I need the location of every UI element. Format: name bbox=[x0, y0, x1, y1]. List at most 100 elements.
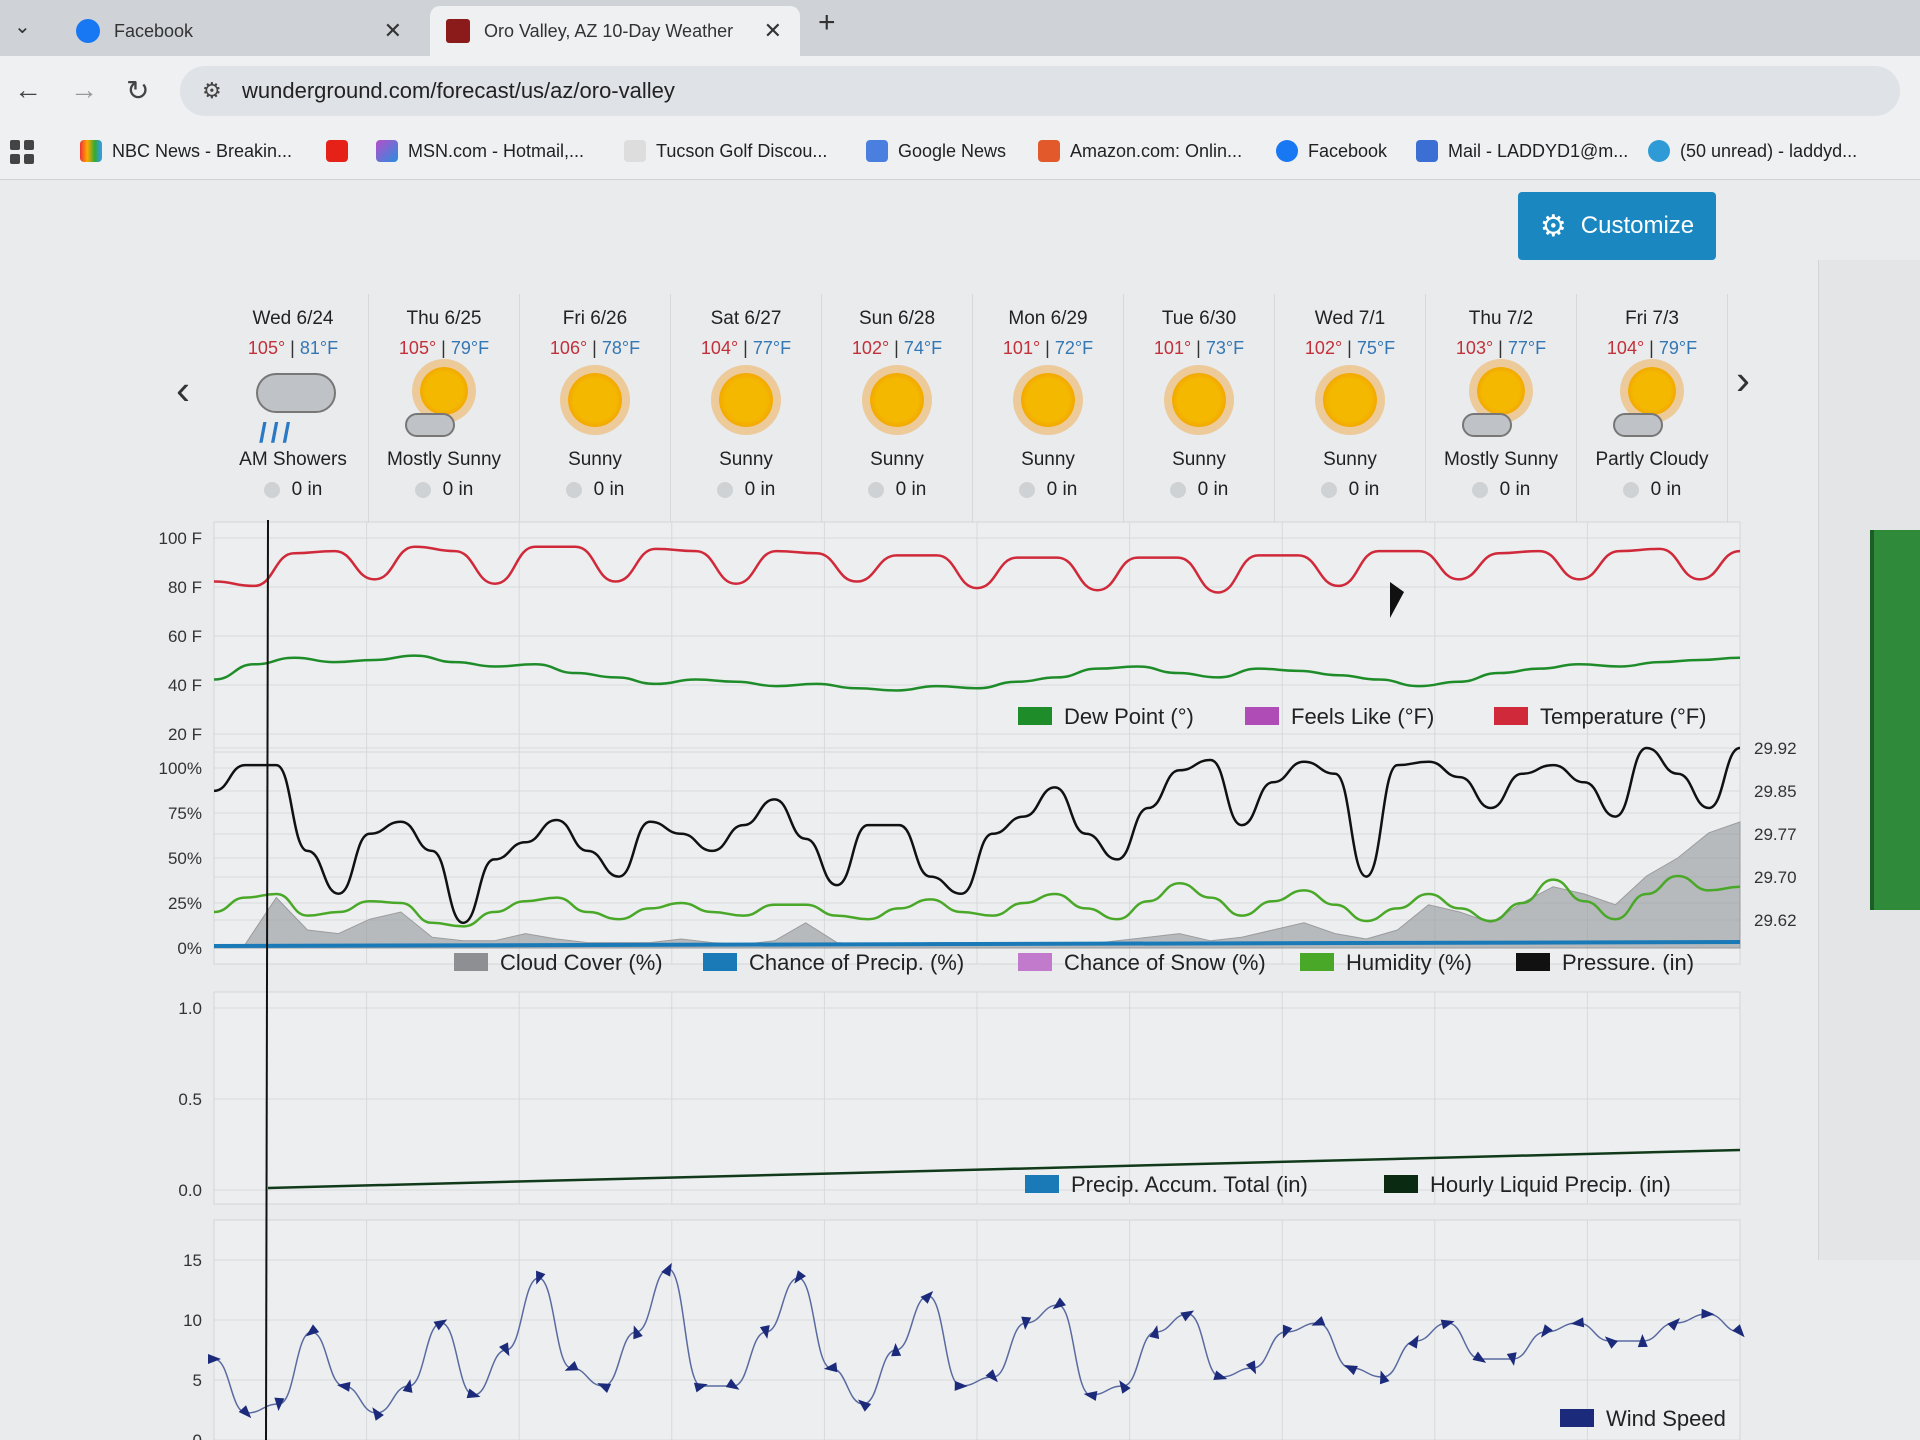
forecast-day[interactable]: Thu 6/25 105° | 79°F Mostly Sunny 0 in bbox=[369, 294, 520, 524]
temp-chart-tick-label: 80 F bbox=[168, 578, 202, 597]
low-temp: 75°F bbox=[1356, 338, 1396, 358]
wind-direction-arrow bbox=[1180, 1310, 1195, 1322]
atmos-chart-legend-label: Cloud Cover (%) bbox=[500, 950, 663, 975]
precip-amount: 0 in bbox=[593, 479, 625, 500]
new-tab-button[interactable]: + bbox=[818, 6, 836, 40]
day-date: Fri 6/26 bbox=[562, 308, 628, 329]
sun-icon bbox=[1275, 359, 1425, 449]
bookmark-facebook[interactable]: Facebook bbox=[1276, 140, 1387, 162]
close-icon[interactable]: ✕ bbox=[764, 18, 782, 44]
forecast-day[interactable]: Sat 6/27 104° | 77°F Sunny 0 in bbox=[671, 294, 822, 524]
day-condition: Sunny bbox=[719, 449, 773, 470]
forecast-day[interactable]: Thu 7/2 103° | 77°F Mostly Sunny 0 in bbox=[1426, 294, 1577, 524]
bookmark-nbc[interactable]: NBC News - Breakin... bbox=[80, 140, 292, 162]
day-precip: 0 in bbox=[218, 479, 368, 501]
next-days-arrow[interactable]: › bbox=[1736, 356, 1750, 404]
day-temps: 102° | 75°F bbox=[1275, 338, 1425, 359]
cloud-rain-icon: /// bbox=[218, 359, 368, 449]
day-date: Mon 6/29 bbox=[1008, 308, 1088, 329]
raindrop-icon bbox=[263, 481, 280, 498]
wind-direction-arrow bbox=[1311, 1316, 1326, 1326]
temp-chart-legend-swatch bbox=[1494, 707, 1528, 725]
raindrop-icon bbox=[1018, 481, 1035, 498]
site-info-icon[interactable]: ⚙ bbox=[202, 78, 222, 104]
wind-direction-arrow bbox=[1379, 1370, 1390, 1385]
atmos-chart-legend-label: Pressure. (in) bbox=[1562, 950, 1694, 975]
day-temps: 103° | 77°F bbox=[1426, 338, 1576, 359]
wind-speed-line bbox=[213, 1268, 1741, 1414]
forecast-day[interactable]: Fri 6/26 106° | 78°F Sunny 0 in bbox=[520, 294, 671, 524]
wind-chart-tick-label: 0 bbox=[193, 1431, 202, 1440]
temp-chart-legend-swatch bbox=[1245, 707, 1279, 725]
wind-direction-arrow bbox=[1472, 1351, 1487, 1363]
msn-icon bbox=[376, 140, 398, 162]
facebook-icon bbox=[1276, 140, 1298, 162]
forecast-day[interactable]: Sun 6/28 102° | 74°F Sunny 0 in bbox=[822, 294, 973, 524]
tab-facebook[interactable]: Facebook ✕ bbox=[60, 6, 420, 56]
day-precip: 0 in bbox=[1577, 479, 1727, 501]
day-precip: 0 in bbox=[1275, 479, 1425, 501]
wind-direction-arrow bbox=[661, 1262, 672, 1277]
precip-amount: 0 in bbox=[291, 479, 323, 500]
bookmark-unread[interactable]: (50 unread) - laddyd... bbox=[1648, 140, 1857, 162]
precip-amount: 0 in bbox=[442, 479, 474, 500]
raindrop-icon bbox=[716, 481, 733, 498]
forecast-day[interactable]: Fri 7/3 104° | 79°F Partly Cloudy 0 in bbox=[1577, 294, 1728, 524]
address-bar[interactable]: ⚙ wunderground.com/forecast/us/az/oro-va… bbox=[180, 66, 1900, 116]
temp-separator: | bbox=[1342, 338, 1357, 358]
day-temps: 105° | 81°F bbox=[218, 338, 368, 359]
wind-chart-tick-label: 5 bbox=[193, 1371, 202, 1390]
close-icon[interactable]: ✕ bbox=[384, 18, 402, 44]
pressure-axis-tick-label: 29.62 bbox=[1754, 911, 1797, 930]
precip-chart-legend-label: Precip. Accum. Total (in) bbox=[1071, 1172, 1308, 1197]
precip-amount: 0 in bbox=[1197, 479, 1229, 500]
precip-amount: 0 in bbox=[1046, 479, 1078, 500]
day-precip: 0 in bbox=[1426, 479, 1576, 501]
forecast-day[interactable]: Tue 6/30 101° | 73°F Sunny 0 in bbox=[1124, 294, 1275, 524]
atmos-chart-legend-label: Chance of Precip. (%) bbox=[749, 950, 964, 975]
atmos-chart-legend-swatch bbox=[703, 953, 737, 971]
bookmark-google-news[interactable]: Google News bbox=[866, 140, 1006, 162]
wind-direction-arrow bbox=[725, 1378, 740, 1390]
wind-chart-background bbox=[213, 1219, 1741, 1440]
bookmark-golf[interactable]: Tucson Golf Discou... bbox=[624, 140, 827, 162]
atmos-chart-tick-label: 25% bbox=[168, 894, 202, 913]
temp-chart-legend-label: Dew Point (°) bbox=[1064, 704, 1194, 729]
ad-banner[interactable] bbox=[1870, 530, 1920, 910]
forward-icon[interactable]: → bbox=[70, 74, 98, 106]
tab-weather[interactable]: Oro Valley, AZ 10-Day Weather ✕ bbox=[430, 6, 800, 56]
day-temps: 106° | 78°F bbox=[520, 338, 670, 359]
wind-direction-arrow bbox=[920, 1290, 934, 1304]
day-precip: 0 in bbox=[520, 479, 670, 501]
back-icon[interactable]: ← bbox=[14, 74, 42, 106]
bookmark-mail[interactable]: Mail - LADDYD1@m... bbox=[1416, 140, 1628, 162]
wind-direction-arrow bbox=[1119, 1380, 1131, 1394]
tab-search-icon[interactable]: ⌄ bbox=[14, 14, 31, 39]
wind-direction-arrow bbox=[564, 1361, 579, 1371]
day-temps: 101° | 72°F bbox=[973, 338, 1123, 359]
bookmark-amazon[interactable]: Amazon.com: Onlin... bbox=[1038, 140, 1242, 162]
wind-direction-arrow bbox=[794, 1270, 806, 1284]
pressure-axis-tick-label: 29.85 bbox=[1754, 782, 1797, 801]
atmos-chart-background bbox=[213, 751, 1741, 965]
wind-direction-arrow bbox=[1637, 1333, 1648, 1348]
prev-days-arrow[interactable]: ‹ bbox=[176, 366, 190, 414]
pressure-line bbox=[213, 746, 1741, 925]
forecast-day[interactable]: Wed 7/1 102° | 75°F Sunny 0 in bbox=[1275, 294, 1426, 524]
forecast-day[interactable]: Mon 6/29 101° | 72°F Sunny 0 in bbox=[973, 294, 1124, 524]
mail-icon bbox=[1416, 140, 1438, 162]
wind-direction-arrow bbox=[1732, 1324, 1745, 1338]
bookmark-msn[interactable]: MSN.com - Hotmail,... bbox=[376, 140, 584, 162]
forecast-day[interactable]: Wed 6/24 105° | 81°F ///AM Showers 0 in bbox=[218, 294, 369, 524]
low-temp: 74°F bbox=[903, 338, 943, 358]
raindrop-icon bbox=[1471, 481, 1488, 498]
customize-button[interactable]: ⚙ Customize bbox=[1518, 192, 1716, 260]
apps-icon[interactable] bbox=[10, 140, 34, 164]
reload-icon[interactable]: ↻ bbox=[126, 74, 149, 107]
sun-icon bbox=[1124, 359, 1274, 449]
bookmark-youtube[interactable] bbox=[326, 140, 358, 162]
day-condition: AM Showers bbox=[239, 449, 347, 470]
wind-direction-arrow bbox=[1506, 1352, 1517, 1366]
sun-icon bbox=[1628, 367, 1676, 415]
gn-icon bbox=[624, 140, 646, 162]
